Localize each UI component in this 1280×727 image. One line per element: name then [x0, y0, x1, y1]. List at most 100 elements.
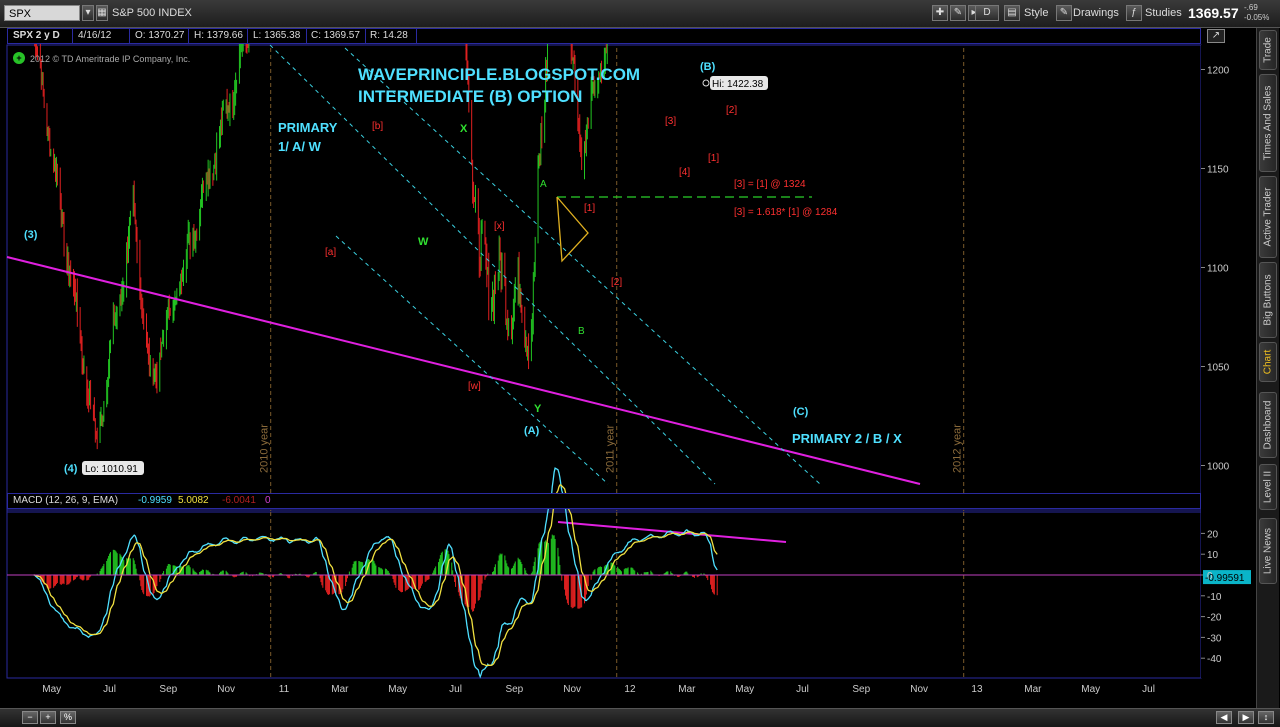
wave-a-label: (A) — [524, 425, 540, 437]
drawings-menu[interactable]: Drawings — [1073, 7, 1119, 19]
time-tick-15: Nov — [910, 684, 928, 695]
style-menu[interactable]: Style — [1024, 7, 1048, 19]
tab-times-and-sales[interactable]: Times And Sales — [1259, 74, 1277, 172]
time-tick-6: May — [388, 684, 407, 695]
tab-chart[interactable]: Chart — [1259, 342, 1277, 382]
sub-b-label: [b] — [372, 121, 383, 132]
primary-2-label: PRIMARY 2 / B / X — [792, 431, 902, 446]
net-change: -.69 — [1244, 3, 1258, 12]
channel-line-2[interactable] — [335, 235, 609, 485]
bar-range: R: 14.28 — [370, 30, 408, 41]
maximize-chart-button[interactable]: ↗ — [1207, 29, 1225, 43]
bottom-toolbar: − + % ◀ ▶ ↕ — [0, 708, 1280, 727]
symbol-input[interactable]: SPX — [4, 5, 80, 21]
high-marker-icon — [702, 79, 710, 87]
price-tick-label-1100: 1100 — [1207, 264, 1229, 275]
tab-big-buttons[interactable]: Big Buttons — [1259, 262, 1277, 338]
price-chart[interactable]: 2010 year 2011 year 2012 year WAVEPRINCIPL… — [0, 28, 1256, 708]
macd-tick-label--30: -30 — [1207, 633, 1222, 644]
studies-menu[interactable]: Studies — [1145, 7, 1182, 19]
chart-info-bar: SPX 2 y D 4/16/12 O: 1370.27 H: 1379.66 … — [7, 28, 1201, 44]
bar-high: H: 1379.66 — [194, 30, 243, 41]
sub3-label: [3] — [665, 116, 676, 127]
year-2010-line-label: 2010 year — [259, 424, 271, 473]
zoom-out-button[interactable]: − — [22, 711, 38, 724]
sub2b-label: [2] — [726, 105, 737, 116]
primary-label-2: 1/ A/ W — [278, 139, 322, 154]
pan-right-button[interactable]: ▶ — [1238, 711, 1254, 724]
pan-left-button[interactable]: ◀ — [1216, 711, 1232, 724]
bar-open: O: 1370.27 — [135, 30, 185, 41]
target-1-label: [3] = [1] @ 1324 — [734, 179, 806, 190]
macd-info-bar: MACD (12, 26, 9, EMA) -0.9959 5.0082 -6.… — [7, 493, 1201, 509]
last-price: 1369.57 — [1188, 5, 1239, 21]
side-tab-bar: Trade Times And Sales Active Trader Big … — [1256, 28, 1279, 708]
copyright-text: 2012 © TD Ameritrade IP Company, Inc. — [30, 54, 191, 64]
time-tick-10: 12 — [624, 684, 636, 695]
time-tick-7: Jul — [449, 684, 462, 695]
price-tick-label-1150: 1150 — [1207, 165, 1229, 176]
time-tick-14: Sep — [852, 684, 870, 695]
macd-avg: 5.0082 — [178, 495, 209, 506]
sub-x-label: [x] — [494, 221, 505, 232]
time-tick-19: Jul — [1142, 684, 1155, 695]
period-button[interactable]: D — [975, 5, 999, 21]
zoom-fit-button[interactable]: ↕ — [1258, 711, 1274, 724]
target-2-label: [3] = 1.618* [1] @ 1284 — [734, 207, 838, 218]
year-2012-line-label: 2012 year — [952, 424, 964, 473]
tab-active-trader[interactable]: Active Trader — [1259, 176, 1277, 258]
symbol-dropdown-button[interactable]: ▾ — [82, 5, 94, 21]
crosshair-tool-button[interactable]: ✚ — [932, 5, 948, 21]
macd-tick-label--40: -40 — [1207, 654, 1222, 665]
blog-title: WAVEPRINCIPLE.BLOGSPOT.COM — [358, 65, 640, 84]
high-marker-label: Hi: 1422.38 — [712, 79, 764, 90]
macd-tick-label-20: 20 — [1207, 529, 1219, 540]
drawings-icon[interactable]: ✎ — [1056, 5, 1072, 21]
sub-w-label: [w] — [468, 381, 481, 392]
channel-line-3[interactable] — [269, 44, 716, 485]
low-marker-label: Lo: 1010.91 — [85, 464, 138, 475]
chart-symbol-period[interactable]: SPX 2 y D — [13, 30, 60, 41]
wave-c-label: (C) — [793, 406, 809, 418]
sub1-label: [1] — [584, 203, 595, 214]
sub1b-label: [1] — [708, 153, 719, 164]
percent-scale-button[interactable]: % — [60, 711, 76, 724]
time-tick-0: May — [42, 684, 61, 695]
sub4-label: [4] — [679, 167, 690, 178]
symbol-link-button[interactable]: ▦ — [96, 5, 108, 21]
price-tick-label-1050: 1050 — [1207, 363, 1230, 374]
studies-icon[interactable]: ƒ — [1126, 5, 1142, 21]
instrument-title: S&P 500 INDEX — [112, 7, 192, 19]
time-tick-5: Mar — [331, 684, 349, 695]
channel-line-1[interactable] — [344, 47, 821, 485]
tab-live-news[interactable]: Live News — [1259, 518, 1277, 584]
td-logo-icon: + — [13, 52, 25, 64]
macd-diff: -6.0041 — [222, 495, 256, 506]
wave-4-label: (4) — [64, 463, 78, 475]
macd-title[interactable]: MACD (12, 26, 9, EMA) — [13, 495, 118, 506]
time-tick-12: May — [735, 684, 754, 695]
price-tick-label-1000: 1000 — [1207, 462, 1230, 473]
wave-b-label: (B) — [700, 61, 716, 73]
time-tick-17: Mar — [1024, 684, 1042, 695]
zoom-in-button[interactable]: + — [40, 711, 56, 724]
macd-histogram — [34, 534, 718, 612]
tab-level-ii[interactable]: Level II — [1259, 464, 1277, 510]
top-toolbar: SPX ▾ ▦ S&P 500 INDEX ✚ ✎ ▸ D ▤ Style ✎ … — [0, 0, 1280, 28]
wave-a-sub-label: A — [540, 179, 547, 190]
year-2011-line-label: 2011 year — [605, 425, 617, 473]
macd-current-label: -0.99591 — [1205, 573, 1245, 584]
tab-dashboard[interactable]: Dashboard — [1259, 392, 1277, 458]
drawing-tool-button[interactable]: ✎ — [950, 5, 966, 21]
percent-change: -0.05% — [1244, 13, 1270, 22]
time-tick-11: Mar — [678, 684, 696, 695]
price-tick-label-1200: 1200 — [1207, 66, 1230, 77]
option-title: INTERMEDIATE (B) OPTION — [358, 87, 582, 106]
time-tick-18: May — [1081, 684, 1100, 695]
tab-trade[interactable]: Trade — [1259, 30, 1277, 70]
time-tick-13: Jul — [796, 684, 809, 695]
primary-label: PRIMARY — [278, 120, 338, 135]
macd-value: -0.9959 — [138, 495, 172, 506]
wave-y-label: Y — [534, 403, 542, 415]
style-icon[interactable]: ▤ — [1004, 5, 1020, 21]
